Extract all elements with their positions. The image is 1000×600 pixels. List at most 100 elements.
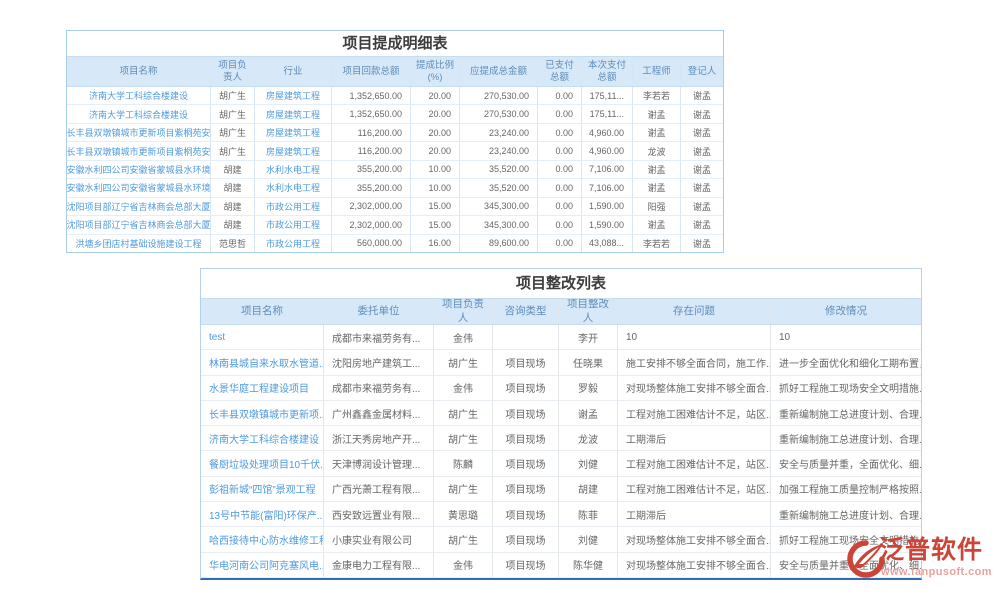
project-name-link[interactable]: 长丰县双墩镇城市更新项目紫桐苑安: [67, 142, 211, 159]
industry-link[interactable]: 水利水电工程: [255, 161, 332, 178]
cell: 胡广生: [211, 105, 255, 122]
cell: 天津博润设计管理...: [324, 451, 434, 475]
cell: 龙波: [559, 426, 618, 450]
industry-link[interactable]: 房屋建筑工程: [255, 87, 332, 104]
rectification-table-header-row: 项目名称 委托单位 项目负责人 咨询类型 项目整改人 存在问题 修改情况: [201, 299, 921, 325]
commission-table-title: 项目提成明细表: [67, 31, 723, 57]
cell: 35,520.00: [460, 179, 538, 196]
project-name-link[interactable]: 水景华庭工程建设项目: [201, 376, 324, 400]
cell: 胡建: [211, 198, 255, 215]
cell: 金康电力工程有限...: [324, 553, 434, 577]
table-row: 华电河南公司阿克塞风电...金康电力工程有限...金伟项目现场陈华健对现场整体施…: [201, 553, 921, 578]
table-row: 济南大学工科综合楼建设胡广生房屋建筑工程1,352,650.0020.00270…: [67, 87, 723, 105]
project-name-link[interactable]: 林南县城自来水取水管道...: [201, 350, 324, 374]
cell: 成都市来福劳务有...: [324, 376, 434, 400]
project-name-link[interactable]: 济南大学工科综合楼建设: [67, 105, 211, 122]
cell: 刘健: [559, 451, 618, 475]
project-name-link[interactable]: 安徽水利四公司安徽省蒙城县水环境: [67, 179, 211, 196]
cell: 项目现场: [493, 426, 559, 450]
cell: 89,600.00: [460, 235, 538, 252]
project-name-link[interactable]: 华电河南公司阿克塞风电...: [201, 553, 324, 577]
table-row: 济南大学工科综合楼建设浙江天秀房地产开...胡广生项目现场龙波工期滞后重新编制施…: [201, 426, 921, 451]
cell: 345,300.00: [460, 198, 538, 215]
industry-link[interactable]: 房屋建筑工程: [255, 142, 332, 159]
cell: 15.00: [411, 216, 460, 233]
cell: 任晓果: [559, 350, 618, 374]
cell: 20.00: [411, 105, 460, 122]
project-name-link[interactable]: 济南大学工科综合楼建设: [67, 87, 211, 104]
cell: 23,240.00: [460, 142, 538, 159]
column-header-consult-type: 咨询类型: [493, 299, 559, 324]
fanpu-watermark: 泛普软件 www.fanpusoft.com: [846, 537, 992, 579]
cell: 胡广生: [434, 401, 493, 425]
watermark-brand-text: 泛普软件: [879, 537, 992, 565]
project-name-link[interactable]: 彭祖新城“四馆”景观工程: [201, 477, 324, 501]
project-name-link[interactable]: 哈西接待中心防水维修工程: [201, 527, 324, 551]
cell: 0.00: [538, 142, 582, 159]
table-row: 安徽水利四公司安徽省蒙城县水环境胡建水利水电工程355,200.0010.003…: [67, 161, 723, 179]
project-name-link[interactable]: test: [201, 325, 324, 349]
cell: 陈麟: [434, 451, 493, 475]
cell: 工程对施工困难估计不足，站区...: [618, 477, 771, 501]
cell: 龙波: [633, 142, 681, 159]
project-name-link[interactable]: 餐厨垃圾处理项目10千伏...: [201, 451, 324, 475]
cell: 0.00: [538, 179, 582, 196]
cell: 项目现场: [493, 477, 559, 501]
column-header-commission-ratio: 提成比例 (%): [411, 57, 460, 86]
cell: 项目现场: [493, 376, 559, 400]
cell: 35,520.00: [460, 161, 538, 178]
cell: 金伟: [434, 553, 493, 577]
project-name-link[interactable]: 洪塘乡团店村基础设施建设工程: [67, 235, 211, 252]
cell: 355,200.00: [332, 179, 411, 196]
column-header-registrar: 登记人: [681, 57, 723, 86]
project-name-link[interactable]: 安徽水利四公司安徽省蒙城县水环境: [67, 161, 211, 178]
project-name-link[interactable]: 济南大学工科综合楼建设: [201, 426, 324, 450]
cell: 小康实业有限公司: [324, 527, 434, 551]
cell: 2,302,000.00: [332, 216, 411, 233]
cell: 项目现场: [493, 401, 559, 425]
table-row: 长丰县双墩镇城市更新项...广州鑫鑫金属材料...胡广生项目现场谢孟工程对施工困…: [201, 401, 921, 426]
cell: 16.00: [411, 235, 460, 252]
project-name-link[interactable]: 沈阳项目部辽宁省吉林商会总部大厦: [67, 216, 211, 233]
cell: 项目现场: [493, 350, 559, 374]
cell: 安全与质量并重，全面优化、细...: [771, 451, 921, 475]
table-row: 长丰县双墩镇城市更新项目紫桐苑安胡广生房屋建筑工程116,200.0020.00…: [67, 124, 723, 142]
column-header-current-payment: 本次支付 总额: [582, 57, 633, 86]
cell: 谢孟: [633, 179, 681, 196]
cell: 进一步全面优化和细化工期布置，: [771, 350, 921, 374]
rectification-table: 项目整改列表 项目名称 委托单位 项目负责人 咨询类型 项目整改人 存在问题 修…: [200, 268, 922, 580]
cell: 金伟: [434, 325, 493, 349]
column-header-project-name: 项目名称: [201, 299, 324, 324]
cell: 成都市来福劳务有...: [324, 325, 434, 349]
rectification-table-body: test成都市来福劳务有...金伟李开1010林南县城自来水取水管道...沈阳房…: [201, 325, 921, 578]
cell: 金伟: [434, 376, 493, 400]
industry-link[interactable]: 房屋建筑工程: [255, 124, 332, 141]
cell: 560,000.00: [332, 235, 411, 252]
cell: 胡建: [211, 216, 255, 233]
cell: 270,530.00: [460, 87, 538, 104]
industry-link[interactable]: 水利水电工程: [255, 179, 332, 196]
cell: 胡广生: [434, 350, 493, 374]
cell: 李若若: [633, 235, 681, 252]
cell: 0.00: [538, 124, 582, 141]
industry-link[interactable]: 市政公用工程: [255, 235, 332, 252]
column-header-project-manager: 项目负责人: [434, 299, 493, 324]
table-row: 洪塘乡团店村基础设施建设工程范思哲市政公用工程560,000.0016.0089…: [67, 235, 723, 252]
industry-link[interactable]: 房屋建筑工程: [255, 105, 332, 122]
cell: 1,590.00: [582, 198, 633, 215]
cell: 阳强: [633, 198, 681, 215]
cell: 谢孟: [681, 161, 723, 178]
project-name-link[interactable]: 沈阳项目部辽宁省吉林商会总部大厦: [67, 198, 211, 215]
cell: 重新编制施工总进度计划、合理...: [771, 401, 921, 425]
industry-link[interactable]: 市政公用工程: [255, 198, 332, 215]
project-name-link[interactable]: 13号中节能(富阳)环保产...: [201, 502, 324, 526]
project-name-link[interactable]: 长丰县双墩镇城市更新项目紫桐苑安: [67, 124, 211, 141]
industry-link[interactable]: 市政公用工程: [255, 216, 332, 233]
table-row: test成都市来福劳务有...金伟李开1010: [201, 325, 921, 350]
cell: 0.00: [538, 87, 582, 104]
project-name-link[interactable]: 长丰县双墩镇城市更新项...: [201, 401, 324, 425]
cell: 谢孟: [681, 179, 723, 196]
cell: 0.00: [538, 105, 582, 122]
cell: 15.00: [411, 198, 460, 215]
cell: 345,300.00: [460, 216, 538, 233]
